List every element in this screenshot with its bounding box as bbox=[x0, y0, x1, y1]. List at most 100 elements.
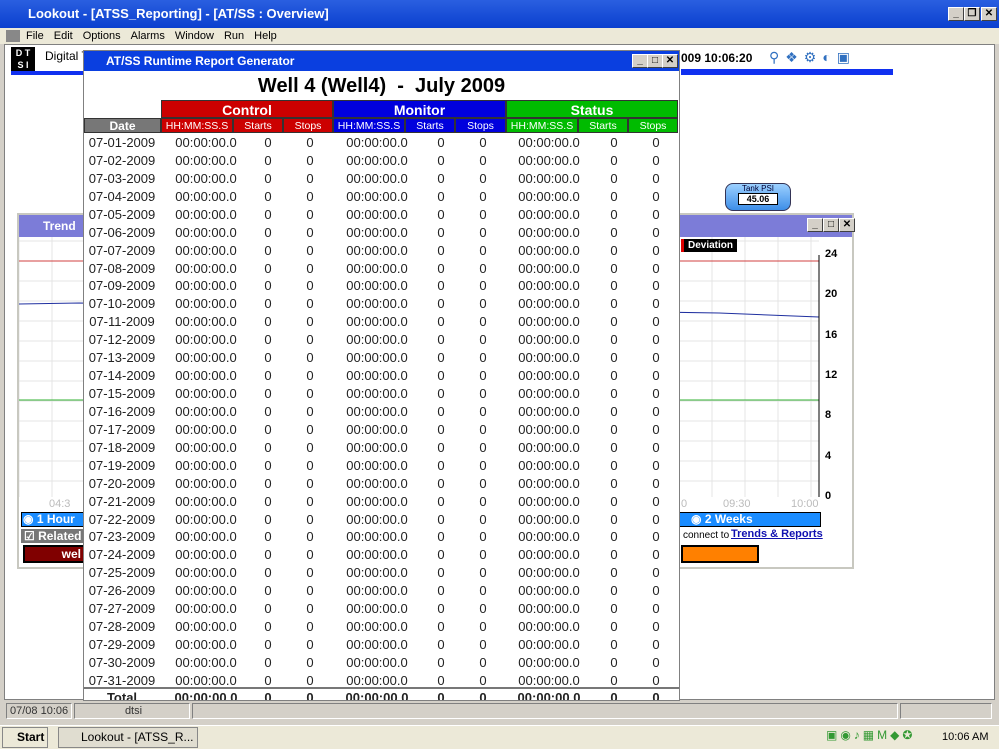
table-row: 07-02-2009 00:00:00.0 0 0 00:00:00.0 0 0 00:00:… bbox=[84, 153, 679, 171]
cell: Total bbox=[106, 690, 138, 701]
minimize-button[interactable]: _ bbox=[948, 7, 964, 21]
task-label: Lookout - [ATSS_R... bbox=[81, 730, 194, 744]
system-tray-icons[interactable]: ▣◉♪▦M◆✪ bbox=[826, 728, 936, 742]
sub-header: HH:MM:SS.S bbox=[506, 118, 578, 133]
menu-run[interactable]: Run bbox=[224, 30, 244, 42]
table-row: 07-22-2009 00:00:00.0 0 0 00:00:00.0 0 0 00:00:… bbox=[84, 512, 679, 530]
cell: 0 bbox=[652, 314, 660, 330]
y-tick: 12 bbox=[825, 368, 838, 381]
one-hour-radio[interactable]: ◉ 1 Hour bbox=[23, 512, 75, 526]
status-user: dtsi bbox=[74, 703, 190, 719]
one-hour-label: 1 Hour bbox=[36, 512, 75, 526]
cell: 0 bbox=[652, 188, 660, 204]
tank-label: Tank PSI bbox=[741, 184, 774, 193]
cell: 07-02-2009 bbox=[88, 152, 156, 168]
cell: 07-16-2009 bbox=[88, 403, 156, 419]
app-title-bar: Lookout - [ATSS_Reporting] - [AT/SS : Ov… bbox=[0, 0, 999, 28]
cell: 07-22-2009 bbox=[88, 511, 156, 527]
cell: 0 bbox=[652, 206, 660, 222]
report-title-bar[interactable]: AT/SS Runtime Report Generator bbox=[84, 51, 679, 71]
cell: 0 bbox=[652, 242, 660, 258]
cell: 0 bbox=[652, 350, 660, 366]
table-row: 07-27-2009 00:00:00.0 0 0 00:00:00.0 0 0 00:00:… bbox=[84, 601, 679, 619]
cell: 07-08-2009 bbox=[88, 260, 156, 276]
restore-button[interactable]: ❐ bbox=[964, 7, 980, 21]
cell: 07-26-2009 bbox=[88, 583, 156, 599]
menu-window[interactable]: Window bbox=[175, 30, 214, 42]
x-tick: 09:30 bbox=[723, 498, 751, 510]
trend-close-button[interactable]: ✕ bbox=[839, 218, 855, 232]
trend-minimize-button[interactable]: _ bbox=[807, 218, 823, 232]
x-tick: 10:00 bbox=[791, 498, 819, 510]
well-button[interactable]: wel bbox=[23, 545, 85, 563]
cell: 0 bbox=[652, 565, 660, 581]
table-row: 07-26-2009 00:00:00.0 0 0 00:00:00.0 0 0 00:00:… bbox=[84, 583, 679, 601]
trend-maximize-button[interactable]: □ bbox=[823, 218, 839, 232]
related-checkbox[interactable]: ☑ Related bbox=[21, 529, 85, 543]
total-divider bbox=[84, 687, 679, 689]
menu-alarms[interactable]: Alarms bbox=[131, 30, 165, 42]
header-bar bbox=[11, 71, 91, 75]
table-row: 07-13-2009 00:00:00.0 0 0 00:00:00.0 0 0 00:00:… bbox=[84, 350, 679, 368]
orange-button[interactable] bbox=[681, 545, 759, 563]
taskbar-lookout-button[interactable]: Lookout - [ATSS_R... bbox=[58, 727, 198, 748]
cell: 0 bbox=[652, 654, 660, 670]
cell: 07-11-2009 bbox=[89, 314, 155, 330]
y-tick: 20 bbox=[825, 288, 838, 301]
group-header-status: Status bbox=[506, 100, 678, 118]
cell: 07-21-2009 bbox=[88, 493, 156, 509]
cell: 07-20-2009 bbox=[88, 475, 156, 491]
x-tick: 0 bbox=[681, 498, 688, 510]
start-button[interactable]: Start bbox=[2, 727, 48, 748]
table-row: 07-06-2009 00:00:00.0 0 0 00:00:00.0 0 0 00:00:… bbox=[84, 225, 679, 243]
table-row: 07-24-2009 00:00:00.0 0 0 00:00:00.0 0 0 00:00:… bbox=[84, 547, 679, 565]
cell: 0 bbox=[652, 457, 660, 473]
cell: 0 bbox=[652, 475, 660, 491]
sub-header: Starts bbox=[578, 118, 628, 133]
cell: 07-03-2009 bbox=[88, 170, 156, 186]
table-row: 07-25-2009 00:00:00.0 0 0 00:00:00.0 0 0 00:00:… bbox=[84, 565, 679, 583]
cell: 07-10-2009 bbox=[88, 296, 156, 312]
menu-edit[interactable]: Edit bbox=[54, 30, 73, 42]
table-row: 07-20-2009 00:00:00.0 0 0 00:00:00.0 0 0 00:00:… bbox=[84, 476, 679, 494]
cell: 07-25-2009 bbox=[88, 565, 156, 581]
cell: 0 bbox=[652, 386, 660, 402]
cell: 07-12-2009 bbox=[88, 332, 156, 348]
status-panel bbox=[900, 703, 992, 719]
report-close-button[interactable]: ✕ bbox=[662, 54, 678, 68]
table-row: 07-07-2009 00:00:00.0 0 0 00:00:00.0 0 0 00:00:… bbox=[84, 243, 679, 261]
status-time: 07/08 10:06 bbox=[6, 703, 72, 719]
menu-file[interactable]: File bbox=[26, 30, 44, 42]
table-row: 07-29-2009 00:00:00.0 0 0 00:00:00.0 0 0 00:00:… bbox=[84, 637, 679, 655]
menu-options[interactable]: Options bbox=[83, 30, 121, 42]
cell: 0 bbox=[652, 529, 660, 545]
sub-header: HH:MM:SS.S bbox=[333, 118, 405, 133]
table-row: 07-05-2009 00:00:00.0 0 0 00:00:00.0 0 0 00:00:… bbox=[84, 207, 679, 225]
trends-reports-link[interactable]: Trends & Reports bbox=[731, 528, 823, 540]
close-button[interactable]: ✕ bbox=[981, 7, 997, 21]
cell: 07-05-2009 bbox=[88, 206, 156, 222]
cell: 07-24-2009 bbox=[88, 547, 156, 563]
cell: 07-09-2009 bbox=[88, 278, 156, 294]
menu-help[interactable]: Help bbox=[254, 30, 277, 42]
deviation-legend: Deviation bbox=[681, 239, 738, 252]
two-weeks-radio[interactable]: ◉ 2 Weeks bbox=[691, 512, 753, 526]
report-maximize-button[interactable]: □ bbox=[647, 54, 663, 68]
table-row: 07-21-2009 00:00:00.0 0 0 00:00:00.0 0 0 00:00:… bbox=[84, 494, 679, 512]
report-window-title: AT/SS Runtime Report Generator bbox=[106, 54, 295, 68]
cell: 0 bbox=[652, 511, 660, 527]
group-header-control: Control bbox=[161, 100, 333, 118]
cell: 07-27-2009 bbox=[88, 601, 156, 617]
cell: 0 bbox=[652, 619, 660, 635]
cell: 0 bbox=[652, 690, 660, 701]
cell: 0 bbox=[652, 547, 660, 563]
cell: 0 bbox=[652, 296, 660, 312]
cell: 07-28-2009 bbox=[88, 619, 156, 635]
sub-header: Starts bbox=[405, 118, 455, 133]
y-tick: 24 bbox=[825, 248, 838, 260]
report-minimize-button[interactable]: _ bbox=[632, 54, 648, 68]
clock: 10:06 AM bbox=[942, 731, 989, 743]
toolbar-icons[interactable]: ⚲❖⚙◐▣ bbox=[769, 49, 856, 66]
cell: 07-30-2009 bbox=[88, 654, 156, 670]
table-row: 07-17-2009 00:00:00.0 0 0 00:00:00.0 0 0 00:00:… bbox=[84, 422, 679, 440]
